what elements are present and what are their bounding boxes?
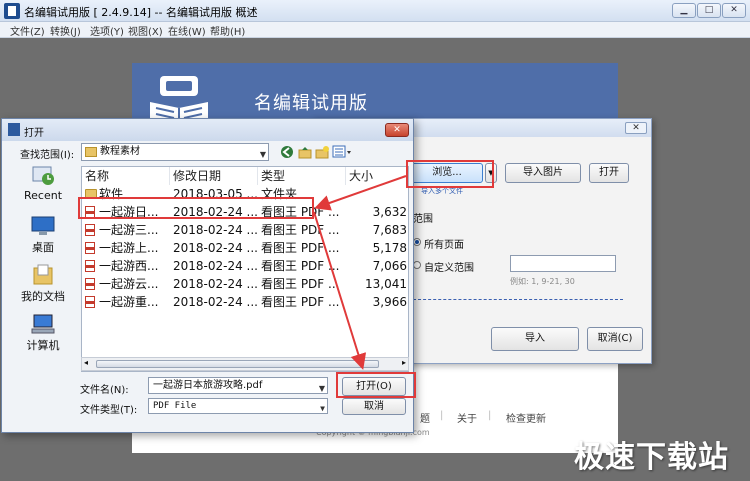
arrow-to-open-button: [313, 211, 367, 370]
watermark: 极速下载站: [574, 440, 729, 475]
annotation-arrows: [313, 175, 407, 370]
arrow-to-file: [314, 175, 407, 211]
